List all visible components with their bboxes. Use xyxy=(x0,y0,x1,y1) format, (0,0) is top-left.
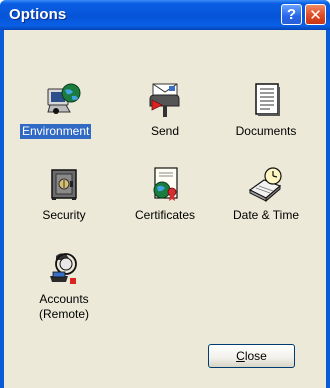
item-label-line1: Accounts xyxy=(39,292,89,306)
item-label: Documents xyxy=(235,124,297,138)
certificate-icon xyxy=(153,167,178,201)
close-icon: ✕ xyxy=(309,6,322,24)
help-icon: ? xyxy=(286,6,297,23)
options-window: Options ? ✕ Environment Send Documents S… xyxy=(0,0,330,388)
client-area: Environment Send Documents Security Cert… xyxy=(4,30,326,388)
safe-icon xyxy=(51,169,77,200)
item-environment[interactable]: Environment xyxy=(18,74,110,158)
remote-accounts-icon xyxy=(50,253,77,284)
title-close-button[interactable]: ✕ xyxy=(305,4,326,25)
item-label: Date & Time xyxy=(232,208,300,222)
mailbox-icon xyxy=(149,83,180,117)
item-label-line2: (Remote) xyxy=(38,307,89,321)
item-date-time[interactable]: Date & Time xyxy=(220,158,312,242)
close-label: lose xyxy=(244,349,267,363)
item-security[interactable]: Security xyxy=(18,158,110,242)
item-label: Send xyxy=(150,124,180,138)
computer-globe-icon xyxy=(47,83,81,114)
document-icon xyxy=(255,83,280,116)
item-label: Certificates xyxy=(134,208,196,222)
title-bar[interactable]: Options ? ✕ xyxy=(0,0,330,30)
item-accounts-remote[interactable]: Accounts (Remote) xyxy=(18,242,110,338)
help-button[interactable]: ? xyxy=(281,4,302,25)
window-title: Options xyxy=(9,6,67,23)
item-certificates[interactable]: Certificates xyxy=(119,158,211,242)
close-mnemonic: C xyxy=(236,349,245,363)
item-label: Environment xyxy=(20,124,92,139)
clock-calendar-icon xyxy=(248,167,282,202)
item-documents[interactable]: Documents xyxy=(220,74,312,158)
item-send[interactable]: Send xyxy=(119,74,211,158)
item-label: Security xyxy=(42,208,86,222)
close-button[interactable]: Close xyxy=(208,344,295,368)
